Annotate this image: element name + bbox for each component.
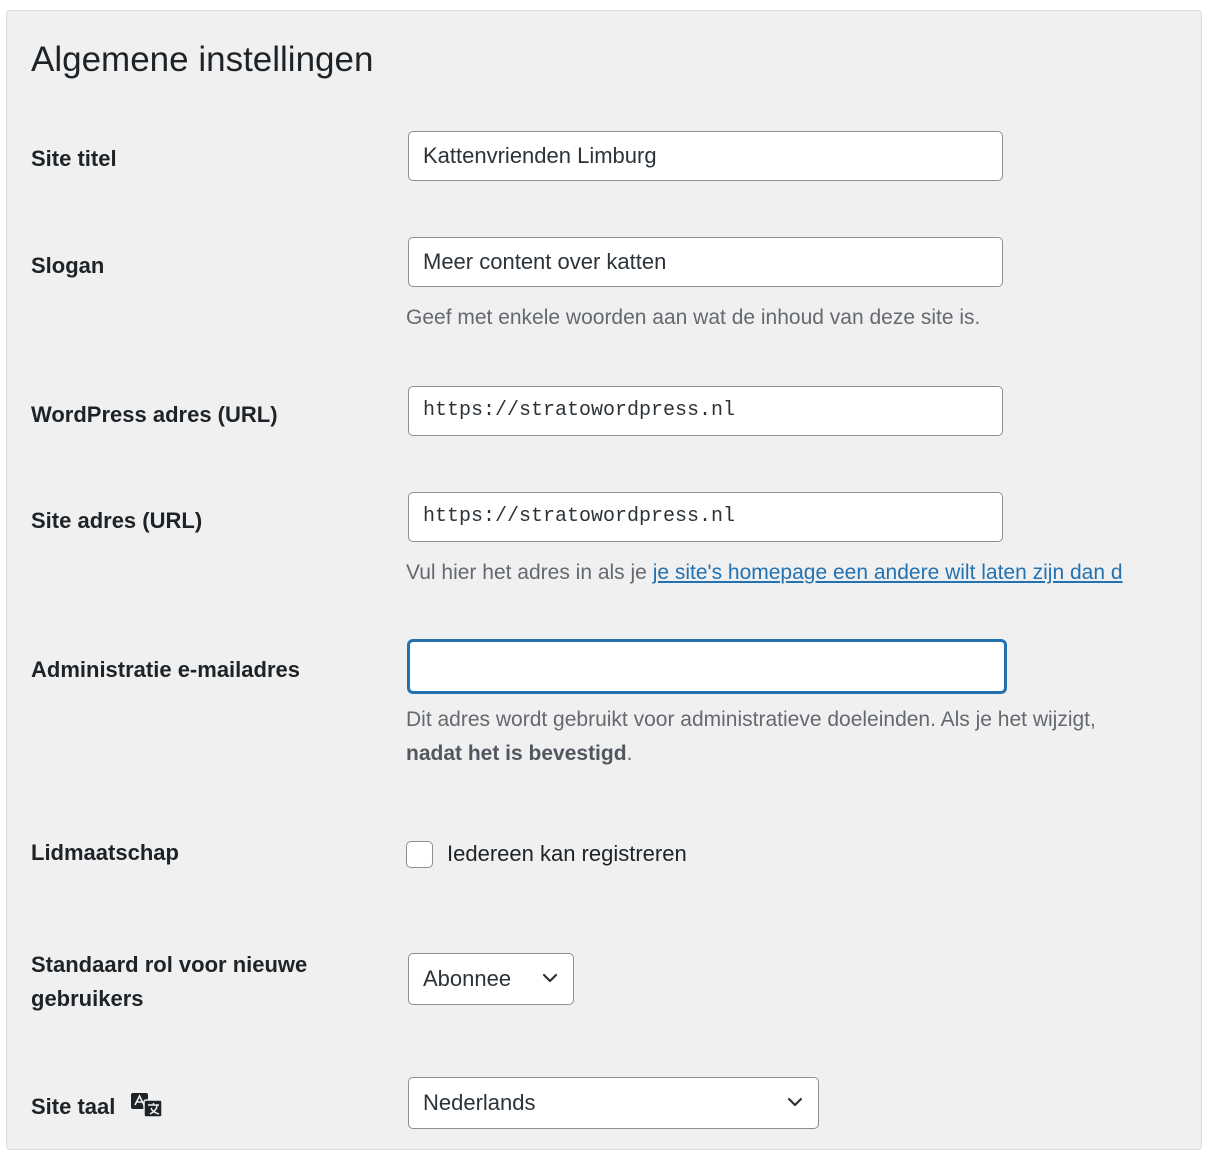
admin-email-label: Administratie e-mailadres bbox=[31, 657, 300, 682]
admin-email-description: Dit adres wordt gebruikt voor administra… bbox=[406, 703, 1096, 771]
admin-email-description-line2: nadat het is bevestigd. bbox=[406, 737, 1096, 771]
site-language-label-text: Site taal bbox=[31, 1094, 116, 1119]
site-language-select[interactable]: Nederlands bbox=[408, 1077, 819, 1129]
default-role-label: Standaard rol voor nieuwe gebruikers bbox=[31, 948, 361, 1016]
site-language-label: Site taal bbox=[31, 1090, 361, 1124]
settings-panel: Algemene instellingen Site titel Kattenv… bbox=[6, 10, 1202, 1150]
wp-url-label: WordPress adres (URL) bbox=[31, 402, 278, 427]
site-language-selected: Nederlands bbox=[423, 1090, 536, 1115]
membership-label: Lidmaatschap bbox=[31, 840, 179, 865]
default-role-label-line1: Standaard rol voor nieuwe bbox=[31, 952, 308, 977]
chevron-down-icon bbox=[542, 973, 558, 983]
site-url-description: Vul hier het adres in als je je site's h… bbox=[406, 556, 1123, 590]
site-url-label: Site adres (URL) bbox=[31, 508, 203, 533]
site-title-label: Site titel bbox=[31, 146, 117, 171]
site-title-input[interactable]: Kattenvrienden Limburg bbox=[408, 131, 1003, 181]
site-url-help-link[interactable]: je site's homepage een andere wilt laten… bbox=[653, 561, 1123, 584]
admin-email-input[interactable] bbox=[408, 640, 1006, 693]
slogan-label: Slogan bbox=[31, 253, 105, 278]
membership-checkbox-label[interactable]: Iedereen kan registreren bbox=[447, 837, 687, 871]
slogan-input[interactable]: Meer content over katten bbox=[408, 237, 1003, 287]
chevron-down-icon bbox=[787, 1097, 803, 1107]
admin-email-description-bold: nadat het is bevestigd bbox=[406, 742, 627, 765]
wp-url-input[interactable]: https://stratowordpress.nl bbox=[408, 386, 1003, 436]
default-role-label-line2: gebruikers bbox=[31, 986, 144, 1011]
admin-email-description-line1: Dit adres wordt gebruikt voor administra… bbox=[406, 708, 1096, 731]
translation-icon bbox=[130, 1092, 164, 1118]
site-url-description-text: Vul hier het adres in als je bbox=[406, 561, 653, 584]
admin-email-description-end: . bbox=[626, 742, 633, 765]
membership-checkbox[interactable] bbox=[406, 841, 433, 868]
default-role-select[interactable]: Abonnee bbox=[408, 953, 574, 1005]
slogan-description: Geef met enkele woorden aan wat de inhou… bbox=[406, 306, 981, 329]
site-url-input[interactable]: https://stratowordpress.nl bbox=[408, 492, 1003, 542]
page-title: Algemene instellingen bbox=[31, 40, 374, 79]
default-role-selected: Abonnee bbox=[423, 966, 512, 991]
